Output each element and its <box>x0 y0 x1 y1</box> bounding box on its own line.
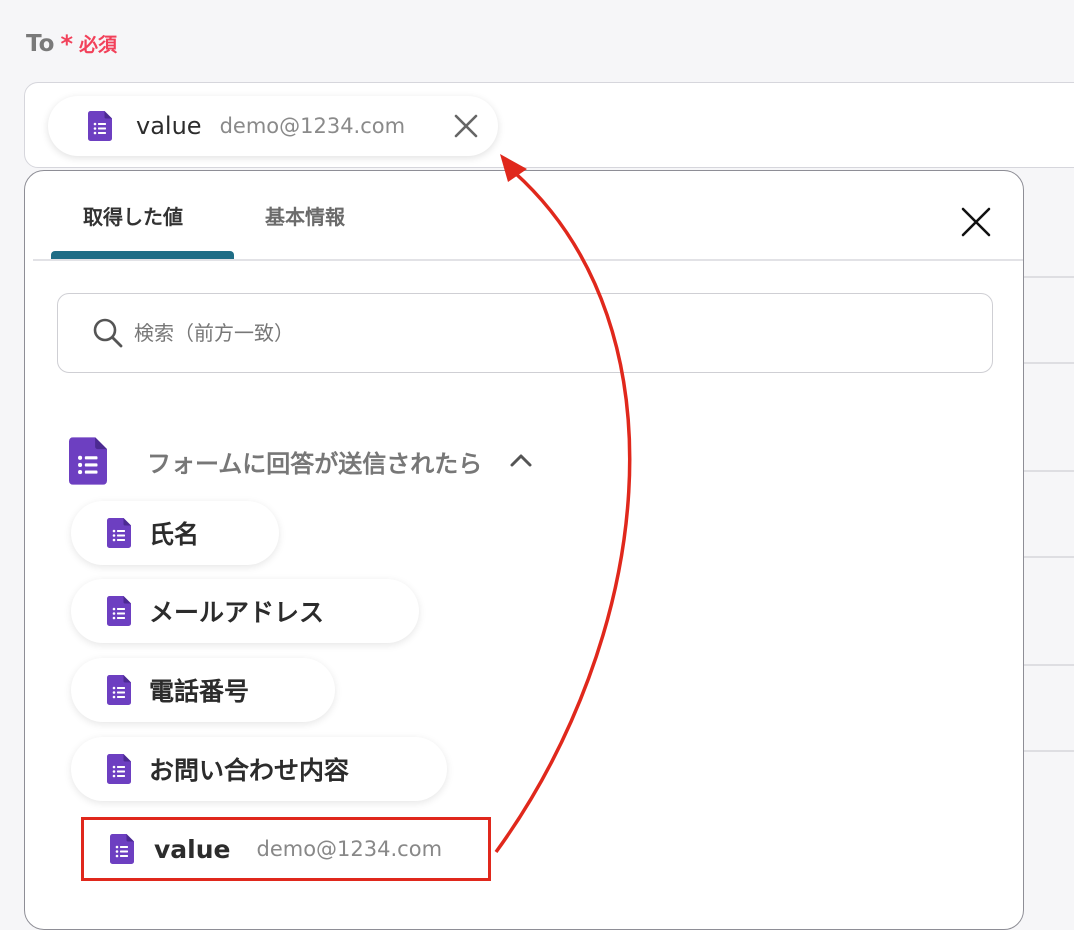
form-trigger-group-header[interactable]: フォームに回答が送信されたら <box>55 416 575 506</box>
to-label-text: To <box>26 30 55 57</box>
search-field[interactable] <box>57 293 993 373</box>
tabs-divider <box>33 259 1023 261</box>
chip-name: value <box>136 112 202 140</box>
list-item-label: 氏名 <box>149 520 200 549</box>
to-field-label: To * 必須 <box>26 30 117 57</box>
google-forms-icon <box>110 834 134 864</box>
chip-value: demo@1234.com <box>219 114 406 138</box>
list-item-value-highlighted[interactable]: value demo@1234.com <box>81 817 491 881</box>
list-item-phone[interactable]: 電話番号 <box>71 658 335 722</box>
required-label: 必須 <box>79 34 118 56</box>
google-forms-icon <box>107 675 131 705</box>
selected-value-chip[interactable]: value demo@1234.com <box>48 96 498 156</box>
google-forms-icon <box>69 436 107 486</box>
close-icon[interactable] <box>959 205 993 239</box>
list-item-label: 電話番号 <box>149 677 250 706</box>
google-forms-icon <box>107 518 131 548</box>
tab-basic-info[interactable]: 基本情報 <box>265 201 345 230</box>
google-forms-icon <box>88 111 112 141</box>
list-item-label: お問い合わせ内容 <box>149 756 350 785</box>
active-tab-indicator <box>51 251 234 259</box>
group-title: フォームに回答が送信されたら <box>147 449 483 478</box>
list-item-email[interactable]: メールアドレス <box>71 579 419 643</box>
value-item-value: demo@1234.com <box>256 837 443 861</box>
value-picker-panel: 取得した値 基本情報 フォームに回答が送信されたら 氏名 メールアドレス 電話番… <box>24 170 1024 930</box>
search-input[interactable] <box>132 320 936 346</box>
chevron-up-icon[interactable] <box>508 448 534 474</box>
list-item-label: メールアドレス <box>149 598 325 627</box>
google-forms-icon <box>107 754 131 784</box>
list-item-inquiry[interactable]: お問い合わせ内容 <box>71 737 447 801</box>
value-item-name: value <box>154 834 231 864</box>
tab-acquired-values[interactable]: 取得した値 <box>83 201 183 230</box>
close-icon[interactable] <box>452 112 480 140</box>
required-star-icon: * <box>60 29 73 58</box>
search-icon <box>93 318 123 348</box>
google-forms-icon <box>107 596 131 626</box>
list-item-name[interactable]: 氏名 <box>71 501 279 565</box>
